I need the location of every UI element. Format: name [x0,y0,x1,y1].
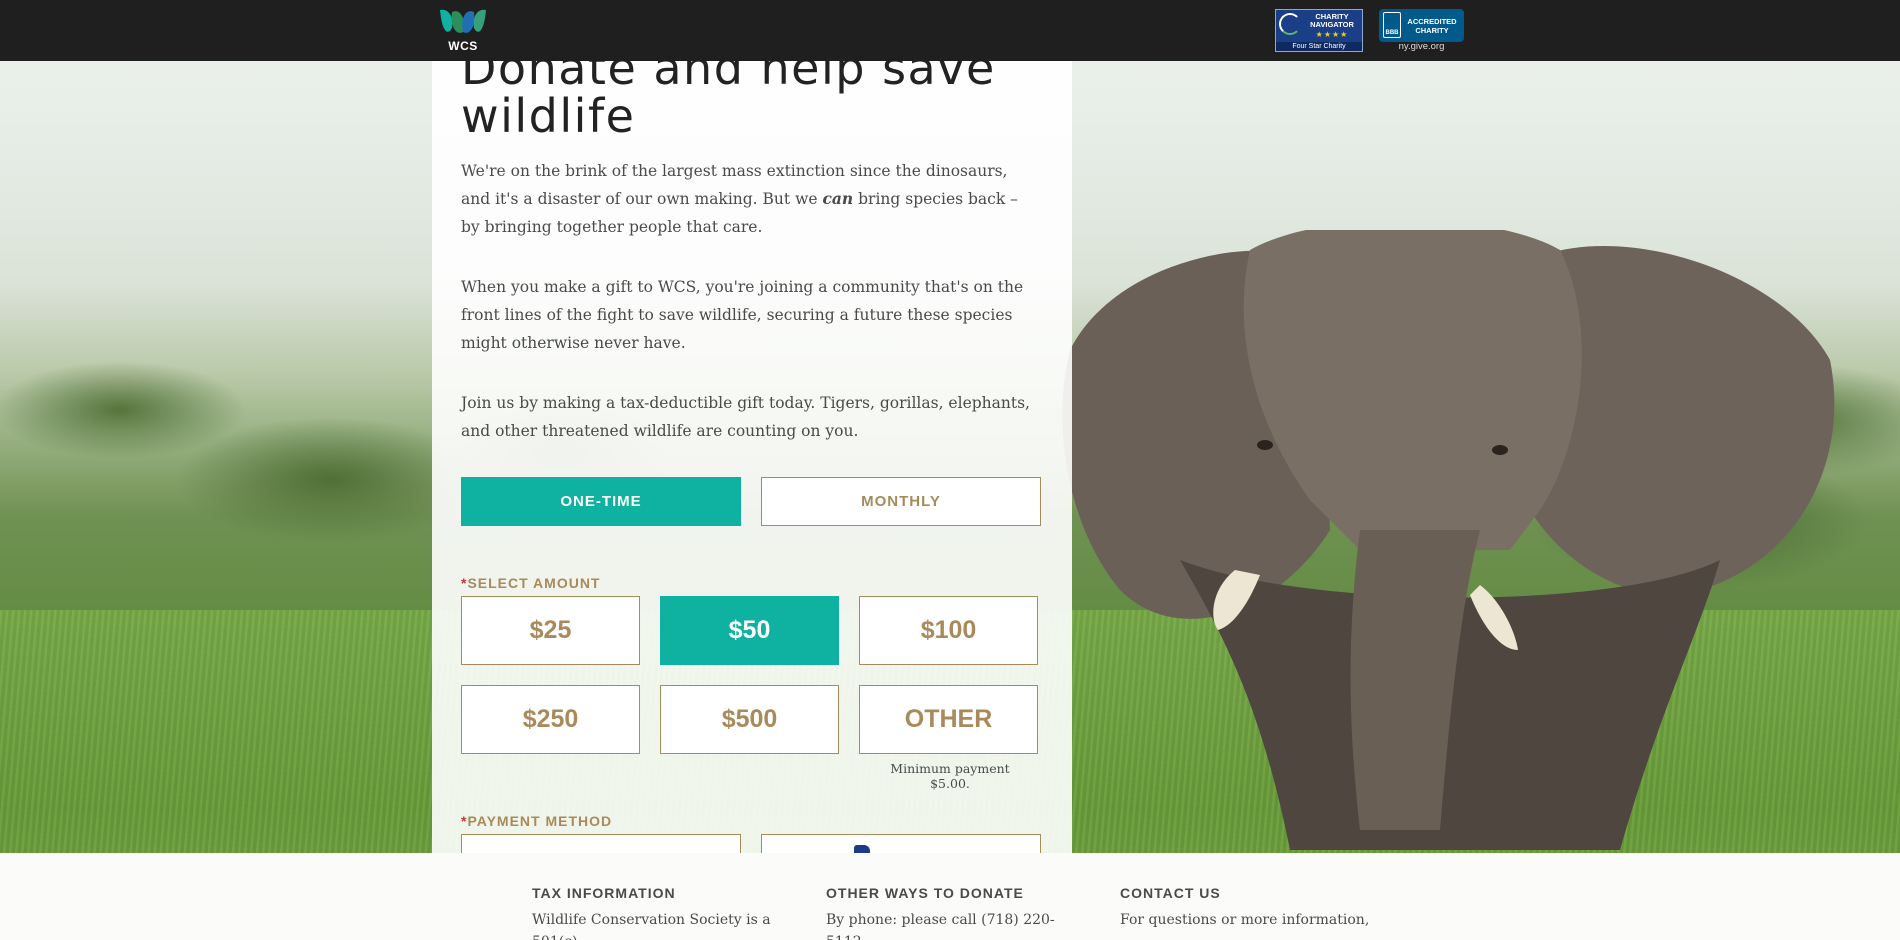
elephant-image [1062,230,1835,850]
amount-25-button[interactable]: $25 [461,596,640,665]
charity-navigator-icon [1279,13,1301,35]
monthly-button[interactable]: MONTHLY [761,477,1041,526]
bbb-line1: ACCREDITED [1407,17,1457,26]
amount-250-button[interactable]: $250 [461,685,640,754]
bbb-caption: ny.give.org [1398,41,1445,52]
payment-method-label: *PAYMENT METHOD [461,813,613,829]
page-title-line2: wildlife [461,89,636,143]
select-amount-label: *SELECT AMOUNT [461,575,601,591]
footer-heading-contact: CONTACT US [1120,885,1221,901]
footer: TAX INFORMATION Wildlife Conservation So… [0,853,1900,940]
intro-paragraph-2: When you make a gift to WCS, you're join… [461,278,1024,352]
charity-navigator-badge[interactable]: CHARITY NAVIGATOR ★★★★ Four Star Charity [1275,9,1363,52]
minimum-payment-note: Minimum payment $5.00. [890,761,1010,791]
star-rating-icon: ★★★★ [1315,30,1349,39]
top-bar: WCS CHARITY NAVIGATOR ★★★★ Four Star Cha… [0,0,1900,61]
wcs-logo[interactable]: WCS [438,6,488,54]
amount-500-button[interactable]: $500 [660,685,839,754]
amount-other-button[interactable]: OTHER [859,685,1038,754]
bbb-icon-text: BBB [1385,30,1399,36]
charity-navigator-line2: NAVIGATOR [1310,20,1354,29]
footer-text-other: By phone: please call (718) 220-5112, -- [826,912,1055,940]
footer-heading-other: OTHER WAYS TO DONATE [826,885,1024,901]
footer-heading-tax: TAX INFORMATION [532,885,676,901]
footer-text-tax: Wildlife Conservation Society is a 501(c… [532,912,771,940]
bbb-line2: CHARITY [1415,26,1449,35]
intro-paragraph-3: Join us by making a tax-deductible gift … [461,394,1030,440]
charity-navigator-caption: Four Star Charity [1276,42,1362,51]
emphasis-can: can [822,189,854,208]
footer-text-contact: For questions or more information, [1120,912,1370,928]
one-time-button[interactable]: ONE-TIME [461,477,741,526]
amount-50-button[interactable]: $50 [660,596,839,665]
wcs-logo-icon [440,9,486,33]
bbb-accredited-badge[interactable]: BBB ACCREDITED CHARITY [1379,9,1464,42]
intro-paragraph-1: We're on the brink of the largest mass e… [461,162,1018,236]
amount-100-button[interactable]: $100 [859,596,1038,665]
bbb-torch-icon: BBB [1383,12,1401,38]
logo-text: WCS [448,39,478,53]
